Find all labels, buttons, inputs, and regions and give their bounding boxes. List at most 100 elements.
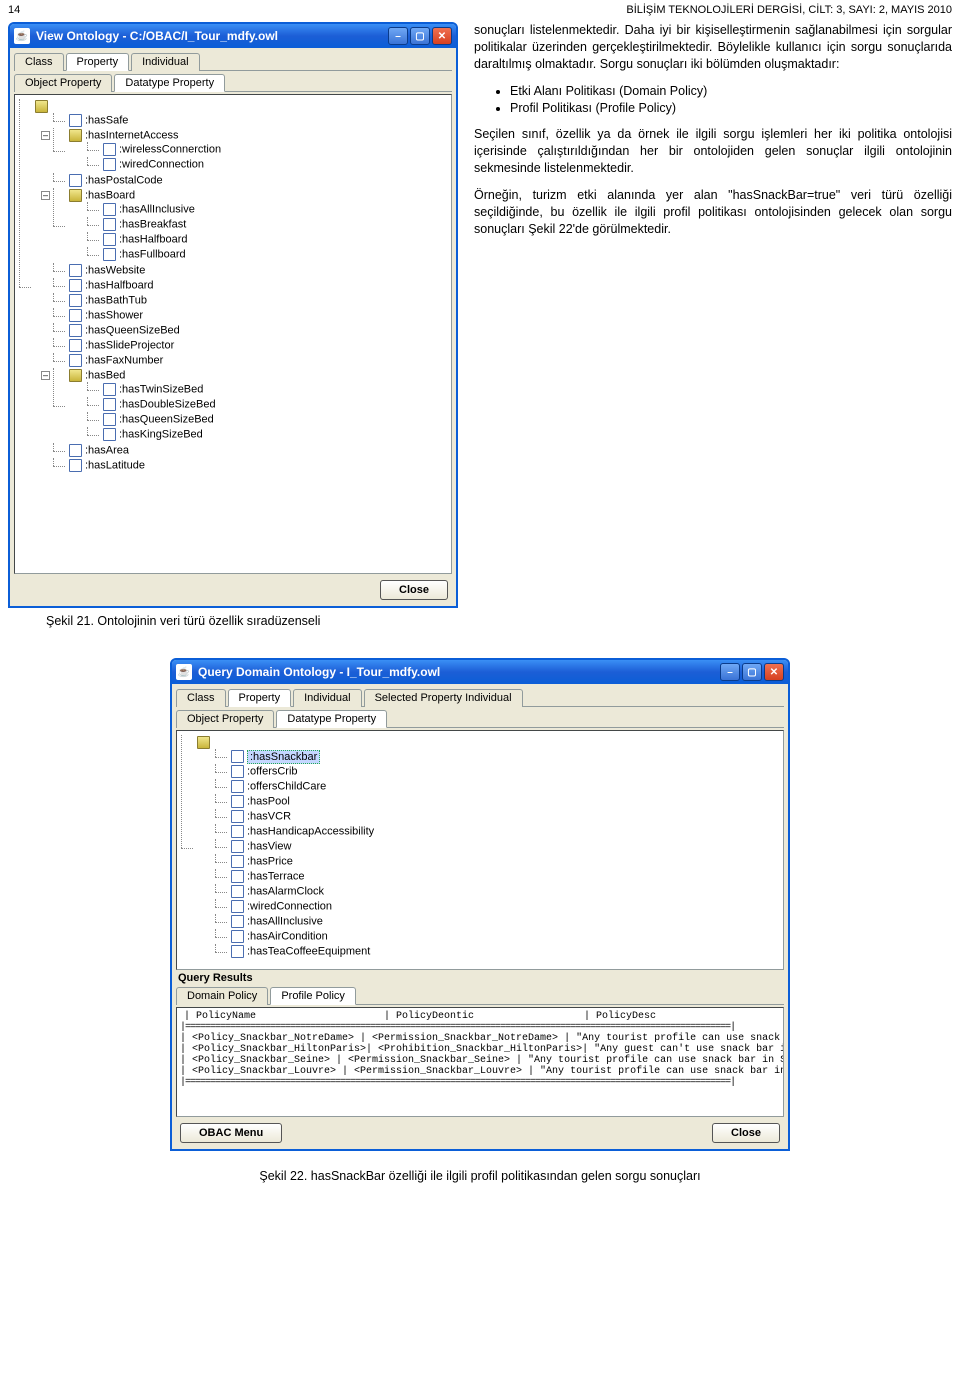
tree-item[interactable]: :hasDoubleSizeBed xyxy=(87,397,449,412)
ontology-tree-panel[interactable]: :hasSafe–:hasInternetAccess:wirelessConn… xyxy=(14,94,452,574)
article-text: sonuçları listelenmektedir. Daha iyi bir… xyxy=(474,22,952,644)
tree-item-label: :hasSnackbar xyxy=(247,750,320,764)
tree-item-label: :offersCrib xyxy=(247,766,298,778)
tree-item[interactable]: :hasSlideProjector xyxy=(53,338,449,353)
tab-object-property[interactable]: Object Property xyxy=(14,74,112,92)
tree-item[interactable]: :hasHalfboard xyxy=(53,278,449,293)
tree-item[interactable]: :hasTeaCoffeeEquipment xyxy=(215,944,781,959)
tab-profile-policy[interactable]: Profile Policy xyxy=(270,987,356,1005)
tree-item[interactable]: :hasQueenSizeBed xyxy=(53,323,449,338)
folder-icon xyxy=(69,369,82,382)
page-number: 14 xyxy=(8,4,38,16)
tab-datatype-property[interactable]: Datatype Property xyxy=(114,74,225,92)
tree-item[interactable]: :hasPostalCode xyxy=(53,173,449,188)
tree-item[interactable]: :hasShower xyxy=(53,308,449,323)
tree-item[interactable]: :wiredConnection xyxy=(215,899,781,914)
tree-item[interactable]: :hasSafe–:hasInternetAccess:wirelessConn… xyxy=(19,99,449,474)
close-button[interactable]: Close xyxy=(712,1123,780,1143)
tab-individual[interactable]: Individual xyxy=(131,53,199,71)
doc-icon xyxy=(69,324,82,337)
close-button[interactable]: Close xyxy=(380,580,448,600)
doc-icon xyxy=(231,795,244,808)
tab-domain-policy[interactable]: Domain Policy xyxy=(176,987,268,1005)
tree-item[interactable]: –:hasBed:hasTwinSizeBed:hasDoubleSizeBed… xyxy=(53,368,449,443)
tree-toggle[interactable]: – xyxy=(41,131,50,140)
doc-icon xyxy=(103,248,116,261)
tree-item[interactable]: :hasVCR xyxy=(215,809,781,824)
maximize-button[interactable]: ▢ xyxy=(410,27,430,45)
tree-item[interactable]: :hasKingSizeBed xyxy=(87,427,449,442)
tree-item[interactable]: :hasAllInclusive xyxy=(215,914,781,929)
result-row[interactable]: | <Policy_Snackbar_NotreDame> | <Permiss… xyxy=(180,1033,780,1044)
view-ontology-window: ☕ View Ontology - C:/OBAC/I_Tour_mdfy.ow… xyxy=(8,22,458,608)
figure-21-caption: Şekil 21. Ontolojinin veri türü özellik … xyxy=(46,614,458,628)
tree-item[interactable]: :hasTwinSizeBed xyxy=(87,382,449,397)
folder-icon xyxy=(69,129,82,142)
bullet: Profil Politikası (Profile Policy) xyxy=(510,100,952,117)
tab-class[interactable]: Class xyxy=(14,53,64,71)
obac-menu-button[interactable]: OBAC Menu xyxy=(180,1123,282,1143)
tab-object-property[interactable]: Object Property xyxy=(176,710,274,728)
tree-item-label: :hasLatitude xyxy=(85,460,145,472)
paragraph: Örneğin, turizm etki alanında yer alan "… xyxy=(474,187,952,238)
window-title: Query Domain Ontology - I_Tour_mdfy.owl xyxy=(198,665,720,679)
doc-icon xyxy=(231,765,244,778)
tab-class[interactable]: Class xyxy=(176,689,226,707)
tab-individual[interactable]: Individual xyxy=(293,689,361,707)
result-row[interactable]: | <Policy_Snackbar_Louvre> | <Permission… xyxy=(180,1066,780,1077)
tree-item[interactable]: :hasFaxNumber xyxy=(53,353,449,368)
tree-item[interactable]: :hasWebsite xyxy=(53,263,449,278)
results-panel[interactable]: | PolicyName | PolicyDeontic | PolicyDes… xyxy=(176,1007,784,1117)
tree-item[interactable]: :hasTerrace xyxy=(215,869,781,884)
tree-item-label: :offersChildCare xyxy=(247,781,326,793)
result-row[interactable]: | <Policy_Snackbar_HiltonParis>| <Prohib… xyxy=(180,1044,780,1055)
tree-item[interactable]: :hasHalfboard xyxy=(87,232,449,247)
tree-toggle[interactable]: – xyxy=(41,371,50,380)
tree-item[interactable]: :hasLatitude xyxy=(53,458,449,473)
tree-item-label: :hasView xyxy=(247,841,291,853)
tab-datatype-property[interactable]: Datatype Property xyxy=(276,710,387,728)
tab-property[interactable]: Property xyxy=(228,689,292,707)
tab-selected-property-individual[interactable]: Selected Property Individual xyxy=(364,689,523,707)
close-window-button[interactable]: ✕ xyxy=(432,27,452,45)
tab-property[interactable]: Property xyxy=(66,53,130,71)
tree-item[interactable]: :hasArea xyxy=(53,443,449,458)
tree-item-label: :hasTerrace xyxy=(247,871,304,883)
col-policydeontic: | PolicyDeontic xyxy=(380,1011,580,1022)
tree-item[interactable]: :hasSnackbar :offersCrib :offersChildCare:… xyxy=(181,735,781,960)
tree-item[interactable]: :hasFullboard xyxy=(87,247,449,262)
minimize-button[interactable]: – xyxy=(720,663,740,681)
tree-item[interactable]: :offersCrib xyxy=(215,764,781,779)
tree-item[interactable]: :hasSafe xyxy=(53,113,449,128)
doc-icon xyxy=(231,780,244,793)
tree-item[interactable]: :wiredConnection xyxy=(87,157,449,172)
tree-item[interactable]: :hasQueenSizeBed xyxy=(87,412,449,427)
tree-item-label: :hasAllInclusive xyxy=(119,204,195,216)
tree-item[interactable]: :hasView xyxy=(215,839,781,854)
tree-item[interactable]: :hasBreakfast xyxy=(87,217,449,232)
tree-item[interactable]: –:hasInternetAccess:wirelessConnerction:… xyxy=(53,128,449,173)
result-row[interactable]: | <Policy_Snackbar_Seine> | <Permission_… xyxy=(180,1055,780,1066)
tree-item-label: :hasBoard xyxy=(85,190,135,202)
minimize-button[interactable]: – xyxy=(388,27,408,45)
tree-item-label: :wirelessConnerction xyxy=(119,144,221,156)
close-window-button[interactable]: ✕ xyxy=(764,663,784,681)
tree-item[interactable]: :hasBathTub xyxy=(53,293,449,308)
tree-item[interactable]: :hasPool xyxy=(215,794,781,809)
tree-item[interactable]: :hasSnackbar xyxy=(215,749,781,764)
tree-item[interactable]: :hasPrice xyxy=(215,854,781,869)
tree-item[interactable]: –:hasBoard:hasAllInclusive:hasBreakfast:… xyxy=(53,188,449,263)
tree-item[interactable]: :hasAlarmClock xyxy=(215,884,781,899)
tree-item[interactable]: :offersChildCare xyxy=(215,779,781,794)
results-tabrow: Domain Policy Profile Policy xyxy=(176,986,784,1005)
ontology-tree-panel[interactable]: :hasSnackbar :offersCrib :offersChildCare:… xyxy=(176,730,784,970)
maximize-button[interactable]: ▢ xyxy=(742,663,762,681)
tree-toggle[interactable]: – xyxy=(41,191,50,200)
tree-item-label: :hasFaxNumber xyxy=(85,355,163,367)
tree-item[interactable]: :hasAllInclusive xyxy=(87,202,449,217)
tree-item[interactable]: :wirelessConnerction xyxy=(87,142,449,157)
tree-item[interactable]: :hasAirCondition xyxy=(215,929,781,944)
folder-icon xyxy=(197,736,210,749)
tree-item-label: :hasDoubleSizeBed xyxy=(119,399,216,411)
tree-item[interactable]: :hasHandicapAccessibility xyxy=(215,824,781,839)
